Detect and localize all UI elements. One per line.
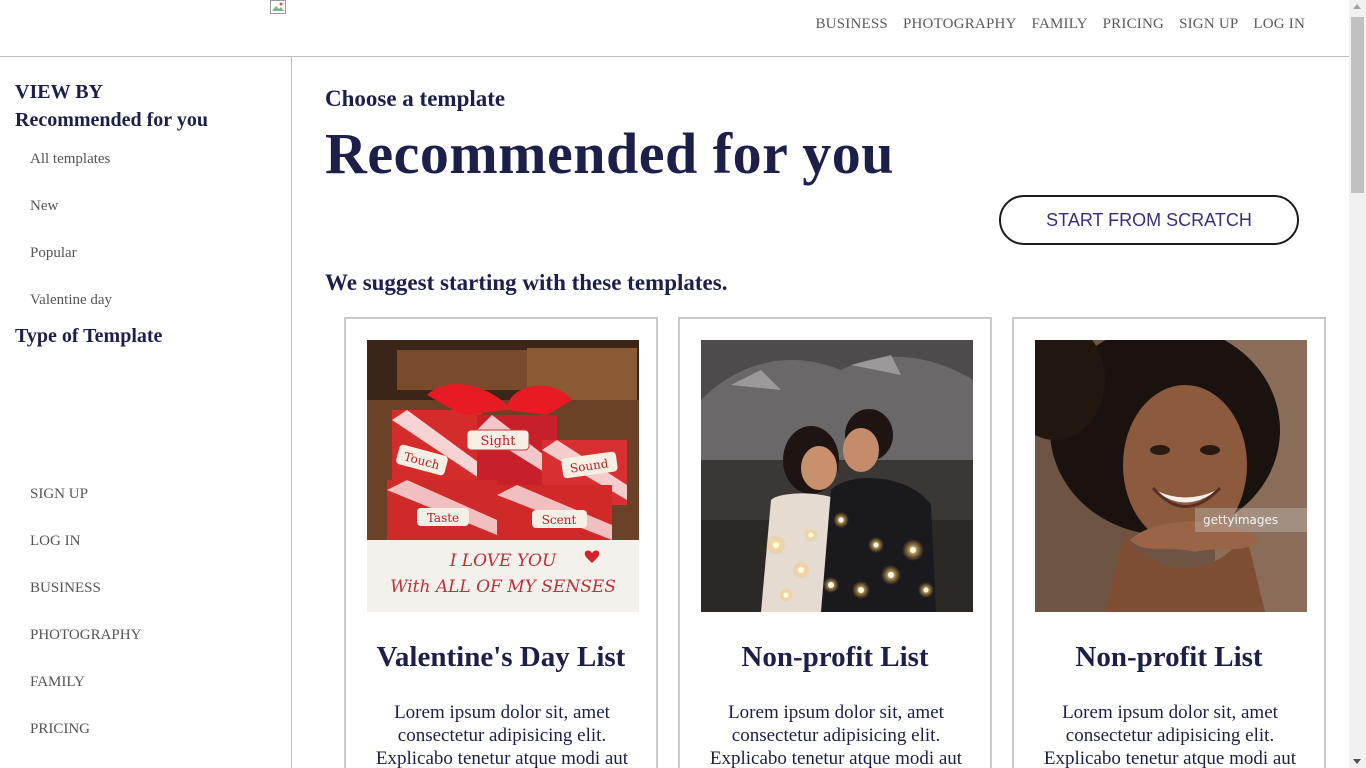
sidebar-log-in[interactable]: LOG IN	[30, 533, 80, 550]
top-bar: BUSINESS PHOTOGRAPHY FAMILY PRICING SIGN…	[0, 0, 1349, 57]
nav-photography[interactable]: PHOTOGRAPHY	[903, 16, 1017, 33]
filter-new[interactable]: New	[30, 198, 58, 215]
sidebar-business[interactable]: BUSINESS	[30, 580, 101, 597]
suggestion-heading: We suggest starting with these templates…	[325, 270, 728, 295]
nav-family[interactable]: FAMILY	[1032, 16, 1088, 33]
card-title: Valentine's Day List	[376, 641, 626, 673]
start-from-scratch-button[interactable]: START FROM SCRATCH	[999, 195, 1299, 245]
type-of-template-heading: Type of Template	[15, 325, 163, 347]
svg-text:I LOVE YOU: I LOVE YOU	[449, 551, 557, 571]
svg-text:With ALL OF MY SENSES: With ALL OF MY SENSES	[390, 577, 616, 597]
nav-business[interactable]: BUSINESS	[815, 16, 887, 33]
nav-sign-up[interactable]: SIGN UP	[1179, 16, 1238, 33]
broken-image-icon	[270, 0, 286, 14]
page-scrollbar[interactable]	[1349, 0, 1366, 768]
card-description: Lorem ipsum dolor sit, amet consectetur …	[1043, 702, 1297, 768]
filter-all-templates[interactable]: All templates	[30, 151, 110, 168]
svg-text:Taste: Taste	[427, 511, 459, 525]
filter-valentine-day[interactable]: Valentine day	[30, 292, 112, 309]
logo-image[interactable]	[270, 0, 286, 14]
view-by-heading: VIEW BY	[15, 81, 103, 103]
svg-text:Sight: Sight	[481, 434, 517, 449]
couple-lights-photo	[701, 340, 973, 612]
sidebar-photography[interactable]: PHOTOGRAPHY	[30, 627, 141, 644]
nav-log-in[interactable]: LOG IN	[1253, 16, 1305, 33]
scroll-thumb[interactable]	[1351, 17, 1364, 193]
nav-pricing[interactable]: PRICING	[1103, 16, 1164, 33]
sidebar-family[interactable]: FAMILY	[30, 674, 85, 691]
scroll-down-arrow-icon[interactable]	[1353, 759, 1361, 764]
smiling-woman-photo: gettyimages	[1035, 340, 1307, 612]
svg-text:gettyimages: gettyimages	[1203, 513, 1278, 527]
card-title: Non-profit List	[741, 641, 929, 673]
sidebar: VIEW BY Recommended for you All template…	[0, 57, 292, 768]
top-nav: BUSINESS PHOTOGRAPHY FAMILY PRICING SIGN…	[815, 16, 1305, 33]
sidebar-pricing[interactable]: PRICING	[30, 721, 90, 738]
template-card-valentine[interactable]: Sight Touch Sound Taste Scent I LOVE YOU…	[344, 317, 658, 768]
card-description: Lorem ipsum dolor sit, amet consectetur …	[709, 702, 963, 768]
template-card-nonprofit-2[interactable]: gettyimages Non-profit List Lorem ipsum …	[1012, 317, 1326, 768]
main-content: Choose a template Recommended for you ST…	[325, 57, 1349, 768]
template-card-nonprofit-1[interactable]: Non-profit List Lorem ipsum dolor sit, a…	[678, 317, 992, 768]
recommended-heading: Recommended for you	[15, 109, 208, 131]
scroll-up-arrow-icon[interactable]	[1353, 4, 1361, 9]
sidebar-sign-up[interactable]: SIGN UP	[30, 486, 88, 503]
filter-popular[interactable]: Popular	[30, 245, 77, 262]
svg-text:Scent: Scent	[542, 513, 577, 527]
card-description: Lorem ipsum dolor sit, amet consectetur …	[375, 702, 629, 768]
page-title: Recommended for you	[325, 121, 895, 186]
card-title: Non-profit List	[1075, 641, 1263, 673]
valentine-gifts-photo: Sight Touch Sound Taste Scent I LOVE YOU…	[367, 340, 639, 612]
pre-title: Choose a template	[325, 86, 506, 111]
